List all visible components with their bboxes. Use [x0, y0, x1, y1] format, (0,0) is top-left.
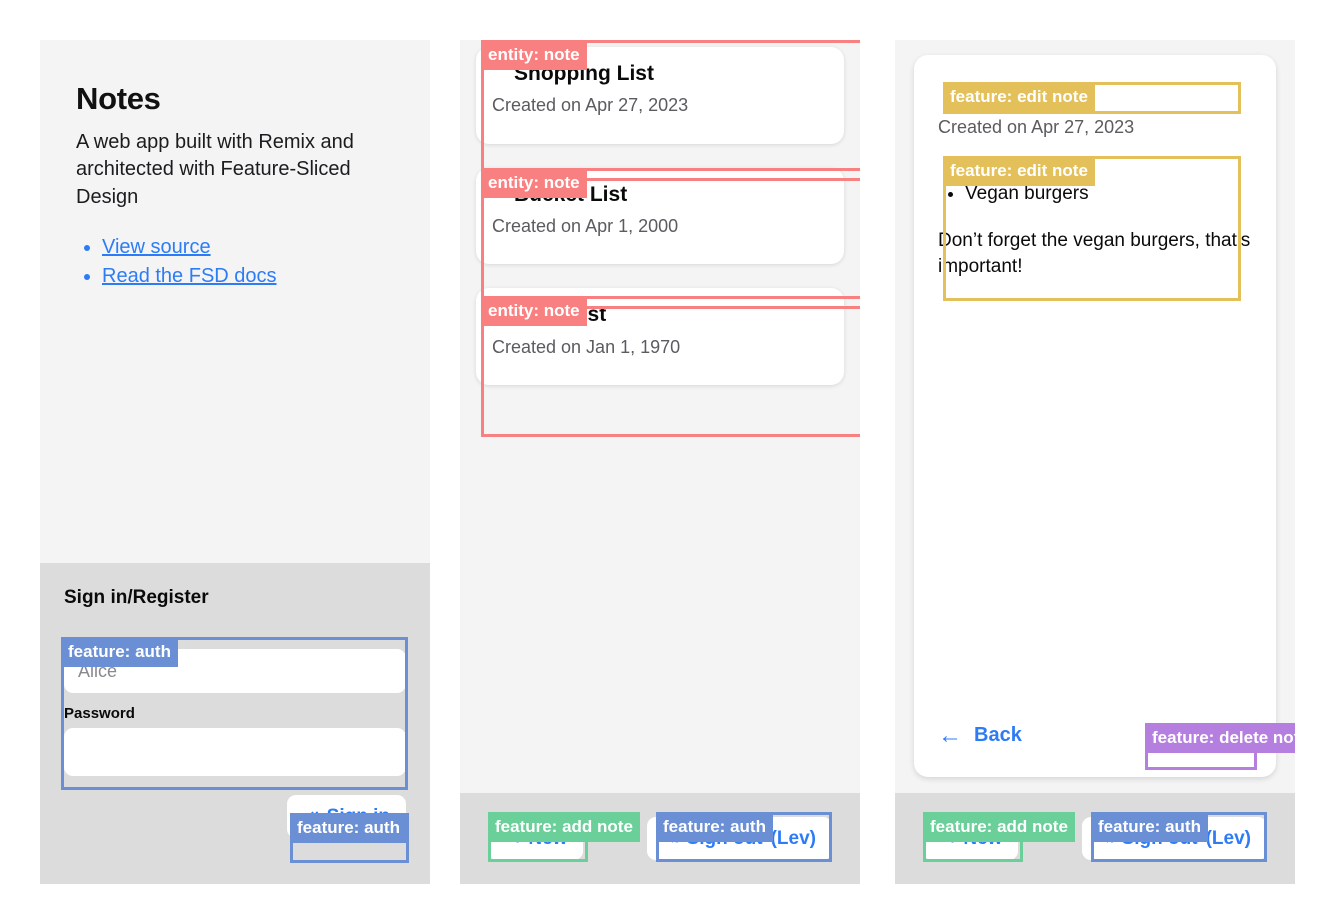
auth-heading: Sign in/Register — [64, 587, 209, 608]
note-paragraph: Don’t forget the vegan burgers, that’s i… — [938, 229, 1251, 277]
trash-icon — [1154, 724, 1170, 744]
back-button[interactable]: ← Back — [938, 721, 1022, 749]
screenshot-stage: Notes A web app built with Remix and arc… — [0, 0, 1330, 924]
username-input[interactable]: Alice — [64, 649, 406, 693]
sign-out-label: Sign out — [1121, 827, 1198, 849]
note-bullet-list: 3 bananas Vegan burgers — [938, 154, 1252, 208]
note-card[interactable]: Bucket List Created on Apr 1, 2000 — [476, 167, 844, 265]
note-list-body: Shopping List Created on Apr 27, 2023 Bu… — [460, 40, 860, 793]
home-link-list: View source Read the FSD docs — [76, 233, 394, 290]
new-note-label: + New — [947, 827, 1003, 849]
password-field-block: Password — [64, 705, 406, 776]
signin-row: ⇥ Sign in — [286, 795, 406, 838]
sign-in-button[interactable]: ⇥ Sign in — [286, 795, 406, 838]
note-meta: Created on Apr 27, 2023 — [938, 117, 1135, 137]
note-detail-footer: ← Back Delete — [938, 716, 1252, 755]
note-body-editor[interactable]: 3 bananas Vegan burgers Don’t forget the… — [938, 154, 1252, 279]
delete-label: Delete — [1177, 724, 1238, 746]
link-view-source[interactable]: View source — [102, 236, 211, 258]
back-label: Back — [974, 724, 1022, 746]
panel-note-list: Shopping List Created on Apr 27, 2023 Bu… — [460, 40, 860, 884]
note-title-input[interactable] — [938, 77, 1252, 109]
delete-note-button[interactable]: Delete — [1140, 716, 1252, 755]
list-item[interactable]: Read the FSD docs — [102, 262, 394, 290]
note-meta: Created on Apr 1, 2000 — [492, 215, 679, 236]
toolbar: + New ⇥ Sign out (Lev) — [460, 793, 860, 884]
panel-note-detail: Created on Apr 27, 2023 3 bananas Vegan … — [895, 40, 1295, 884]
new-note-button[interactable]: + New — [923, 817, 1019, 860]
sign-out-button[interactable]: ⇥ Sign out (Lev) — [1081, 817, 1267, 860]
password-label: Password — [64, 705, 135, 722]
password-input[interactable] — [64, 728, 406, 776]
list-item: Vegan burgers — [965, 181, 1252, 208]
list-item[interactable]: View source — [102, 233, 394, 261]
note-title: Shopping List — [514, 62, 654, 85]
note-meta: Created on Apr 27, 2023 — [492, 95, 689, 116]
note-card[interactable]: ArrayList Created on Jan 1, 1970 — [476, 288, 844, 385]
note-title: ArrayList — [514, 303, 607, 327]
sign-out-user: (Lev) — [1205, 827, 1251, 849]
username-field-block: Alice — [64, 626, 406, 693]
new-note-button[interactable]: + New — [488, 817, 584, 860]
panel-home: Notes A web app built with Remix and arc… — [40, 40, 430, 884]
login-icon: ⇥ — [302, 806, 319, 827]
sign-out-button[interactable]: ⇥ Sign out (Lev) — [646, 817, 832, 860]
link-read-fsd-docs[interactable]: Read the FSD docs — [102, 265, 277, 287]
sign-out-user: (Lev) — [770, 827, 816, 849]
note-card[interactable]: Shopping List Created on Apr 27, 2023 — [476, 47, 844, 144]
arrow-left-icon: ← — [938, 721, 962, 749]
note-detail-card: Created on Apr 27, 2023 3 bananas Vegan … — [914, 55, 1276, 777]
sign-in-label: Sign in — [326, 805, 390, 827]
note-meta: Created on Jan 1, 1970 — [492, 336, 681, 357]
list-item: 3 bananas — [965, 154, 1252, 181]
auth-section: Sign in/Register Alice Password ⇥ Sign i… — [40, 563, 430, 884]
page-subtitle: A web app built with Remix and architect… — [76, 131, 354, 208]
home-content: Notes A web app built with Remix and arc… — [40, 40, 430, 290]
logout-icon: ⇥ — [662, 828, 679, 849]
logout-icon: ⇥ — [1097, 828, 1114, 849]
note-list: Shopping List Created on Apr 27, 2023 Bu… — [460, 40, 860, 385]
username-label — [64, 626, 406, 643]
new-note-label: + New — [512, 827, 568, 849]
page-title: Notes — [76, 81, 161, 116]
note-title: Bucket List — [514, 182, 628, 206]
home-body: Notes A web app built with Remix and arc… — [40, 40, 430, 563]
note-detail-body: Created on Apr 27, 2023 3 bananas Vegan … — [895, 40, 1295, 793]
auth-form: Alice Password — [64, 626, 406, 776]
toolbar: + New ⇥ Sign out (Lev) — [895, 793, 1295, 884]
sign-out-label: Sign out — [686, 827, 763, 849]
